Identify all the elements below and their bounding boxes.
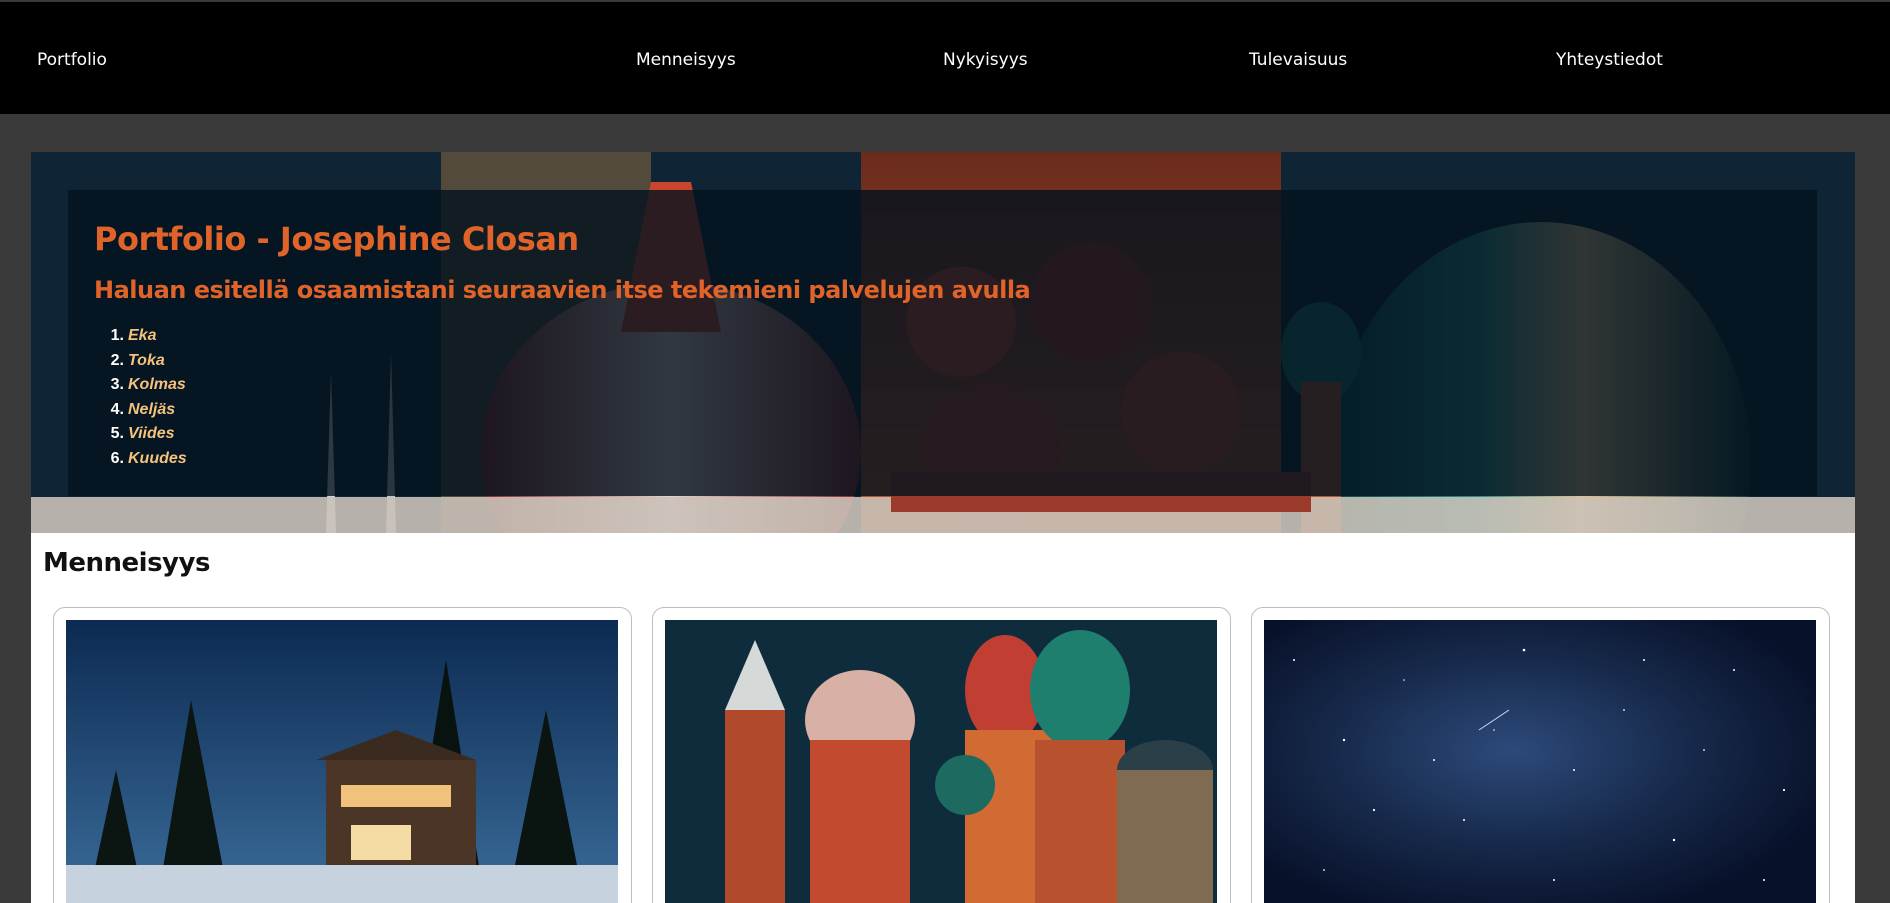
hero-banner: Portfolio - Josephine Closan Haluan esit… [31, 152, 1855, 533]
nav-link-nykyisyys[interactable]: Nykyisyys [943, 50, 1028, 70]
portfolio-card[interactable] [53, 607, 632, 903]
hero-title: Portfolio - Josephine Closan [94, 220, 579, 258]
service-list: 1. Eka 2. Toka 3. Kolmas 4. Neljäs 5. Viides … [104, 324, 187, 471]
list-item[interactable]: 6. Kuudes [104, 447, 187, 472]
list-item[interactable]: 4. Neljäs [104, 398, 187, 423]
list-item[interactable]: 5. Viides [104, 422, 187, 447]
list-item[interactable]: 2. Toka [104, 349, 187, 374]
hero-overlay: Portfolio - Josephine Closan Haluan esit… [68, 190, 1817, 496]
snowy-house-night-image [66, 620, 618, 903]
list-item[interactable]: 3. Kolmas [104, 373, 187, 398]
nav-link-menneisyys[interactable]: Menneisyys [636, 50, 736, 70]
list-item[interactable]: 1. Eka [104, 324, 187, 349]
main-content: Portfolio - Josephine Closan Haluan esit… [31, 152, 1855, 903]
portfolio-card[interactable] [1251, 607, 1830, 903]
hero-subtitle: Haluan esitellä osaamistani seuraavien i… [94, 276, 1031, 304]
nav-link-tulevaisuus[interactable]: Tulevaisuus [1249, 50, 1347, 70]
section-title: Menneisyys [43, 548, 210, 578]
cathedral-night-image [665, 620, 1217, 903]
brand-link[interactable]: Portfolio [37, 50, 107, 70]
top-navigation: Portfolio Menneisyys Nykyisyys Tulevaisu… [0, 0, 1890, 114]
nav-link-yhteystiedot[interactable]: Yhteystiedot [1556, 50, 1663, 70]
starry-sky-image [1264, 620, 1816, 903]
portfolio-card[interactable] [652, 607, 1231, 903]
